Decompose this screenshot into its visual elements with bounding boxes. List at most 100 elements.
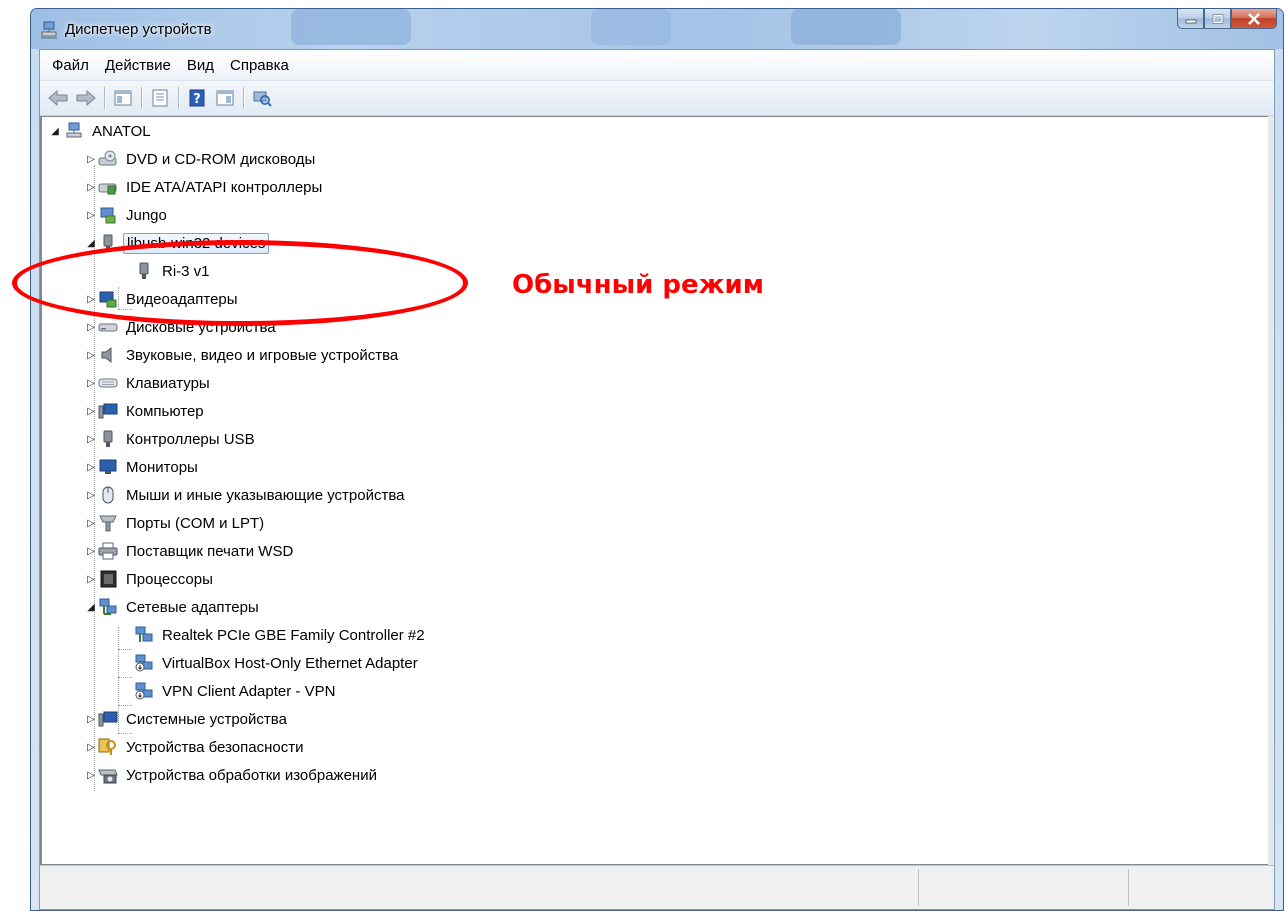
expand-arrow-icon[interactable]: ▷: [86, 490, 96, 501]
tree-item-realtek[interactable]: Realtek PCIe GBE Family Controller #2: [134, 623, 428, 647]
tree-item-imaging-devices[interactable]: ▷ Устройства обработки изображений: [86, 763, 380, 787]
toolbar-separator: [243, 87, 244, 109]
network-adapter-disabled-icon: [135, 654, 153, 672]
device-manager-window: Диспетчер устройств Файл Действие Вид Сп…: [30, 8, 1284, 911]
titlebar-glow: [791, 9, 901, 45]
tree-item-system-devices[interactable]: ▷ Системные устройства: [86, 707, 290, 731]
maximize-button[interactable]: [1204, 9, 1231, 29]
title-bar[interactable]: Диспетчер устройств: [31, 9, 1283, 49]
toolbar: ?: [40, 81, 1274, 116]
monitor-icon: [99, 459, 117, 474]
expand-arrow-icon[interactable]: ▷: [86, 518, 96, 529]
expand-arrow-icon[interactable]: ▷: [86, 182, 96, 193]
titlebar-glow: [591, 9, 671, 45]
tree-item-dvd[interactable]: ▷ DVD и CD-ROM дисководы: [86, 147, 318, 171]
ide-controller-icon: [98, 183, 117, 195]
status-bar: [40, 865, 1274, 909]
expand-arrow-icon[interactable]: ▷: [86, 714, 96, 725]
tree-connector: [118, 733, 132, 734]
tree-item-virtualbox[interactable]: VirtualBox Host-Only Ethernet Adapter: [134, 651, 421, 675]
expand-arrow-icon[interactable]: ▷: [86, 462, 96, 473]
usb-device-icon: [103, 234, 113, 251]
tree-item-label: Realtek PCIe GBE Family Controller #2: [162, 626, 425, 644]
action-pane-button[interactable]: [213, 86, 237, 110]
menu-view[interactable]: Вид: [179, 57, 222, 74]
printer-icon: [98, 542, 118, 560]
expand-arrow-icon[interactable]: ▷: [86, 154, 96, 165]
mouse-icon: [102, 486, 114, 504]
collapse-arrow-icon[interactable]: ◢: [86, 238, 96, 249]
expand-arrow-icon[interactable]: ▷: [86, 770, 96, 781]
properties-icon: [152, 89, 168, 107]
console-tree-button[interactable]: [111, 86, 135, 110]
computer-icon: [66, 122, 82, 138]
properties-button[interactable]: [148, 86, 172, 110]
back-button[interactable]: [46, 86, 70, 110]
network-adapter-disabled-icon: [135, 682, 153, 700]
tree-item-vpn-client[interactable]: VPN Client Adapter - VPN: [134, 679, 338, 703]
port-connector-icon: [99, 515, 117, 532]
tree-root-anatol[interactable]: ◢ ANATOL: [50, 119, 154, 143]
device-tree[interactable]: ◢ ANATOL ▷ DVD и CD-ROM дисководы ▷ IDE …: [40, 116, 1274, 865]
tree-item-label: Порты (COM и LPT): [126, 514, 265, 532]
tree-item-computer[interactable]: ▷ Компьютер: [86, 399, 207, 423]
tree-connector: [118, 677, 132, 678]
collapse-arrow-icon[interactable]: ◢: [50, 126, 60, 137]
expand-arrow-icon[interactable]: ▷: [86, 574, 96, 585]
tree-item-label: Процессоры: [126, 570, 213, 588]
tree-item-monitors[interactable]: ▷ Мониторы: [86, 455, 201, 479]
forward-button[interactable]: [74, 86, 98, 110]
expand-arrow-icon[interactable]: ▷: [86, 378, 96, 389]
expand-arrow-icon[interactable]: ▷: [86, 742, 96, 753]
tree-item-processors[interactable]: ▷ Процессоры: [86, 567, 216, 591]
tree-item-label: Ri-3 v1: [162, 262, 210, 280]
tree-item-usb-controllers[interactable]: ▷ Контроллеры USB: [86, 427, 258, 451]
expand-arrow-icon[interactable]: ▷: [86, 294, 96, 305]
tree-item-keyboards[interactable]: ▷ Клавиатуры: [86, 371, 213, 395]
tree-item-security-devices[interactable]: ▷ Устройства безопасности: [86, 735, 306, 759]
display-adapter-icon: [99, 291, 117, 308]
expand-arrow-icon[interactable]: ▷: [86, 210, 96, 221]
maximize-icon: [1212, 13, 1223, 24]
system-device-icon: [98, 711, 118, 727]
tree-item-network-adapters[interactable]: ◢ Сетевые адаптеры: [86, 595, 262, 619]
expand-arrow-icon[interactable]: ▷: [86, 322, 96, 333]
tree-item-label: Сетевые адаптеры: [126, 598, 259, 616]
expand-arrow-icon[interactable]: ▷: [86, 546, 96, 557]
tree-item-libusb[interactable]: ◢ libusb-win32 devices: [86, 231, 270, 255]
tree-item-label: VirtualBox Host-Only Ethernet Adapter: [162, 654, 418, 672]
tree-item-label: Звуковые, видео и игровые устройства: [126, 346, 399, 364]
tree-item-ports[interactable]: ▷ Порты (COM и LPT): [86, 511, 267, 535]
menu-help[interactable]: Справка: [222, 57, 297, 74]
collapse-arrow-icon[interactable]: ◢: [86, 602, 96, 613]
annotation-label: Обычный режим: [512, 270, 764, 300]
tree-item-label: Клавиатуры: [126, 374, 210, 392]
tree-item-label: DVD и CD-ROM дисководы: [126, 150, 316, 168]
help-button[interactable]: ?: [185, 86, 209, 110]
tree-item-ri3[interactable]: Ri-3 v1: [134, 259, 213, 283]
scan-hardware-button[interactable]: [250, 86, 274, 110]
scrollbar[interactable]: [1268, 116, 1274, 865]
tree-item-ide[interactable]: ▷ IDE ATA/ATAPI контроллеры: [86, 175, 325, 199]
back-arrow-icon: [48, 89, 68, 107]
device-manager-app-icon: [41, 21, 57, 39]
tree-item-video-adapters[interactable]: ▷ Видеоадаптеры: [86, 287, 241, 311]
toolbar-separator: [141, 87, 142, 109]
expand-arrow-icon[interactable]: ▷: [86, 434, 96, 445]
minimize-button[interactable]: [1177, 9, 1204, 29]
tree-item-jungo[interactable]: ▷ Jungo: [86, 203, 170, 227]
client-area: Файл Действие Вид Справка ? ◢ ANATOL ▷ D…: [39, 49, 1275, 910]
usb-device-icon: [139, 262, 149, 279]
tree-item-sound[interactable]: ▷ Звуковые, видео и игровые устройства: [86, 343, 401, 367]
expand-arrow-icon[interactable]: ▷: [86, 406, 96, 417]
expand-arrow-icon[interactable]: ▷: [86, 350, 96, 361]
tree-item-wsd-print[interactable]: ▷ Поставщик печати WSD: [86, 539, 296, 563]
tree-item-disk-drives[interactable]: ▷ Дисковые устройства: [86, 315, 279, 339]
tree-item-label-selected: libusb-win32 devices: [123, 232, 270, 254]
status-cell: [918, 869, 919, 906]
tree-item-mice[interactable]: ▷ Мыши и иные указывающие устройства: [86, 483, 407, 507]
close-button[interactable]: [1231, 9, 1277, 29]
svg-text:?: ?: [193, 92, 201, 107]
menu-file[interactable]: Файл: [44, 57, 97, 74]
menu-action[interactable]: Действие: [97, 57, 179, 74]
